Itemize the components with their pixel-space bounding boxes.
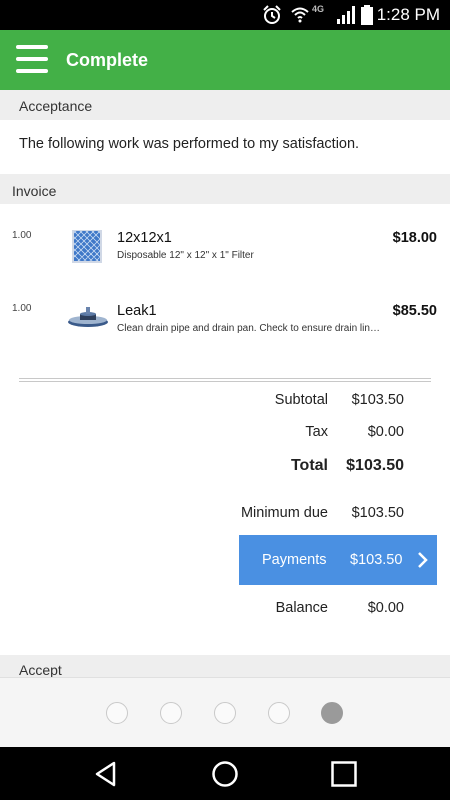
subtotal-row: Subtotal $103.50: [0, 392, 450, 412]
minimum-due-row: Minimum due $103.50: [0, 505, 450, 525]
invoice-line-item[interactable]: 1.00 12x12x1 Disposable 12" x 12" x 1" F…: [0, 230, 450, 290]
signal-icon: [337, 6, 355, 24]
payments-value: $103.50: [350, 552, 403, 568]
network-type-label: 4G: [312, 4, 325, 14]
status-bar: 4G 1:28 PM: [0, 0, 450, 30]
total-label: Total: [290, 457, 328, 474]
minimum-due-value: $103.50: [351, 505, 404, 521]
page-dot[interactable]: [214, 702, 236, 724]
acceptance-statement: The following work was performed to my s…: [19, 136, 360, 152]
invoice-section-header: Invoice: [0, 174, 450, 204]
app-bar: Complete: [0, 30, 450, 90]
acceptance-section-header: Acceptance: [0, 90, 450, 120]
hamburger-menu-icon[interactable]: [16, 44, 48, 74]
balance-row: Balance $0.00: [0, 600, 450, 620]
page-indicator: [0, 677, 450, 747]
page-title: Complete: [66, 50, 149, 70]
payments-label: Payments: [262, 552, 327, 568]
line-item-price: $85.50: [392, 303, 437, 319]
air-filter-icon: [72, 230, 102, 263]
alarm-icon: [263, 5, 281, 24]
system-nav-bar: [0, 747, 450, 800]
tax-row: Tax $0.00: [0, 424, 450, 444]
line-item-name: 12x12x1: [117, 230, 172, 246]
total-value: $103.50: [346, 457, 404, 474]
subtotal-label: Subtotal: [274, 392, 328, 408]
balance-label: Balance: [275, 600, 328, 616]
totals-divider: [19, 378, 431, 382]
tax-label: Tax: [305, 424, 328, 440]
clock: 1:28 PM: [376, 5, 440, 24]
line-item-quantity: 1.00: [12, 303, 32, 314]
page-dot[interactable]: [160, 702, 182, 724]
page-dot-active[interactable]: [321, 702, 343, 724]
battery-icon: [361, 5, 373, 25]
wifi-icon: [291, 7, 309, 23]
invoice-line-item[interactable]: 1.00 Leak1 Clean drain pipe and drain pa…: [0, 303, 450, 363]
line-item-quantity: 1.00: [12, 230, 32, 241]
line-item-price: $18.00: [392, 230, 437, 246]
home-icon[interactable]: [211, 760, 239, 788]
total-row: Total $103.50: [0, 457, 450, 477]
line-item-description: Disposable 12" x 12" x 1" Filter: [117, 250, 254, 261]
recents-icon[interactable]: [330, 760, 358, 788]
payments-button[interactable]: Payments $103.50: [239, 535, 437, 585]
minimum-due-label: Minimum due: [240, 505, 328, 521]
chevron-right-icon: [418, 552, 428, 568]
accept-section-header: Accept: [0, 655, 450, 677]
subtotal-value: $103.50: [351, 392, 404, 408]
tax-value: $0.00: [367, 424, 404, 440]
line-item-description: Clean drain pipe and drain pan. Check to…: [117, 323, 385, 334]
page-dot[interactable]: [106, 702, 128, 724]
page-dot[interactable]: [268, 702, 290, 724]
line-item-name: Leak1: [117, 303, 157, 319]
drain-pan-icon: [68, 307, 108, 327]
balance-value: $0.00: [367, 600, 404, 616]
back-icon[interactable]: [92, 760, 120, 788]
